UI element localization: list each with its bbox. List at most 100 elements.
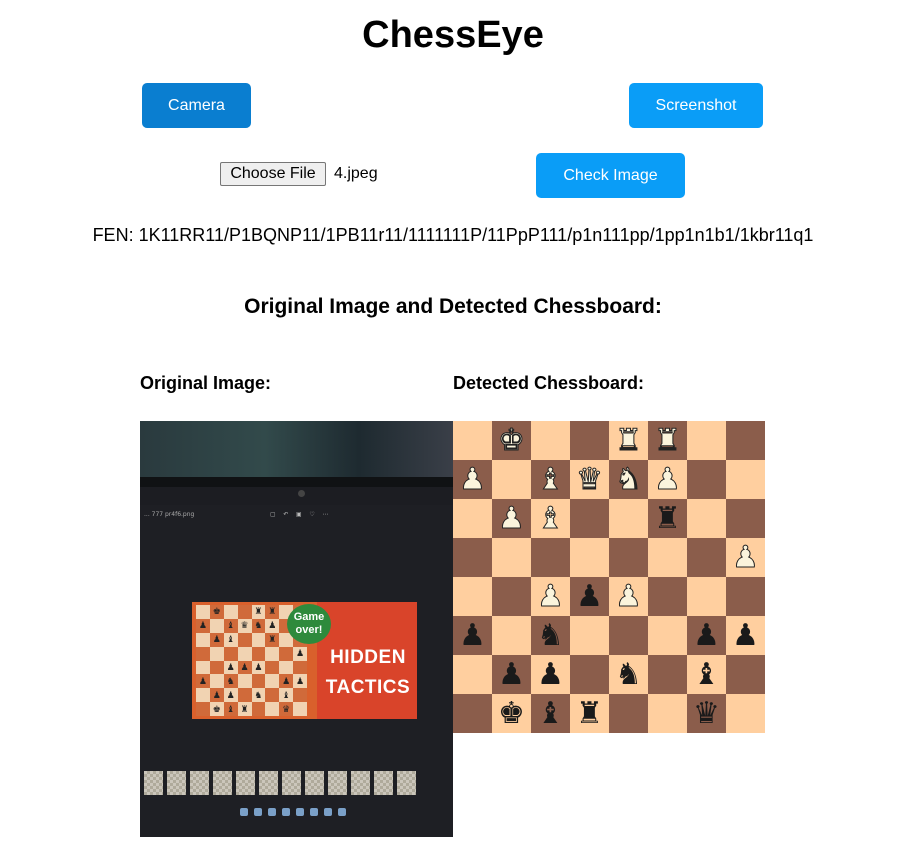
- board-square: ♝: [531, 460, 570, 499]
- mini-board-square: ♜: [251, 605, 266, 619]
- mini-board-square: ♟: [209, 632, 224, 647]
- mini-board-square: [237, 646, 252, 661]
- black-bishop-icon: ♝: [693, 656, 720, 692]
- mini-board-square: [251, 632, 266, 647]
- mini-board-square: [196, 646, 210, 661]
- mini-board-square: ♜: [265, 632, 280, 647]
- white-pawn-icon: ♟: [615, 578, 643, 614]
- strip-thumb: [397, 771, 416, 795]
- mini-board-square: ♛: [237, 618, 252, 633]
- white-rook-icon: ♜: [615, 422, 643, 458]
- taskbar-icon: [296, 808, 304, 816]
- taskbar-icon: [338, 808, 346, 816]
- black-pawn-icon: ♟: [498, 656, 525, 692]
- black-knight-icon: ♞: [615, 656, 642, 692]
- check-image-button[interactable]: Check Image: [536, 153, 685, 198]
- board-square: [687, 460, 726, 499]
- board-square: ♟: [687, 616, 726, 655]
- photo-speech-bubble: Game over!: [287, 604, 331, 644]
- mini-board-square: ♞: [251, 618, 266, 633]
- mini-board-square: [196, 702, 210, 716]
- mini-board-square: [279, 660, 294, 675]
- board-square: [726, 499, 765, 538]
- board-square: [570, 421, 609, 460]
- choose-file-button[interactable]: Choose File: [220, 162, 326, 186]
- taskbar-icon: [254, 808, 262, 816]
- board-square: [726, 421, 765, 460]
- mini-board-square: [196, 632, 210, 647]
- mini-board-square: ♟: [209, 688, 224, 703]
- section-title: Original Image and Detected Chessboard:: [244, 295, 662, 318]
- board-square: ♝: [687, 655, 726, 694]
- board-square: [453, 694, 492, 733]
- white-knight-icon: ♞: [615, 461, 643, 497]
- mini-board-square: [251, 702, 266, 716]
- board-square: [687, 499, 726, 538]
- board-square: [453, 499, 492, 538]
- camera-button[interactable]: Camera: [142, 83, 251, 128]
- board-square: [687, 421, 726, 460]
- board-square: ♟: [531, 577, 570, 616]
- board-square: [609, 694, 648, 733]
- white-queen-icon: ♛: [576, 461, 604, 497]
- mini-board-square: [209, 660, 224, 675]
- mini-board-square: ♚: [209, 605, 224, 619]
- board-square: ♚: [492, 694, 531, 733]
- mini-board-square: [196, 688, 210, 703]
- board-square: [453, 655, 492, 694]
- mini-board-square: [265, 646, 280, 661]
- strip-thumb: [328, 771, 347, 795]
- black-queen-icon: ♛: [693, 695, 720, 731]
- photo-background: [140, 421, 453, 487]
- mini-board-square: ♜: [265, 605, 280, 619]
- fen-output: FEN: 1K11RR11/P1BQNP11/1PB11r11/1111111P…: [92, 225, 814, 245]
- board-square: [648, 655, 687, 694]
- mini-board-square: ♟: [279, 674, 294, 689]
- mini-board-square: ♟: [237, 660, 252, 675]
- screenshot-button[interactable]: Screenshot: [629, 83, 763, 128]
- strip-thumb: [259, 771, 278, 795]
- mini-board-square: ♟: [251, 660, 266, 675]
- black-knight-icon: ♞: [537, 617, 564, 653]
- black-pawn-icon: ♟: [459, 617, 486, 653]
- board-square: [609, 499, 648, 538]
- mini-board-square: [237, 674, 252, 689]
- original-image-label: Original Image:: [140, 373, 272, 393]
- board-square: [531, 538, 570, 577]
- mini-board-square: [209, 618, 224, 633]
- board-square: [492, 577, 531, 616]
- board-square: [453, 538, 492, 577]
- mini-board-square: ♟: [223, 688, 238, 703]
- strip-thumb: [167, 771, 186, 795]
- mini-board-square: [279, 646, 294, 661]
- white-pawn-icon: ♟: [537, 578, 565, 614]
- mini-board-square: [223, 605, 238, 619]
- board-square: [531, 421, 570, 460]
- board-square: [648, 577, 687, 616]
- photo-taskbar: [240, 805, 370, 819]
- strip-thumb: [236, 771, 255, 795]
- strip-thumb: [282, 771, 301, 795]
- mini-board-square: ♞: [251, 688, 266, 703]
- board-square: [726, 460, 765, 499]
- taskbar-icon: [324, 808, 332, 816]
- mini-board-square: ♝: [223, 618, 238, 633]
- strip-thumb: [351, 771, 370, 795]
- strip-thumb: [144, 771, 163, 795]
- mini-board-square: [293, 660, 307, 675]
- mini-board-square: [293, 688, 307, 703]
- mini-board-square: ♟: [293, 674, 307, 689]
- board-square: ♜: [648, 499, 687, 538]
- mini-board-square: [265, 674, 280, 689]
- white-bishop-icon: ♝: [537, 500, 565, 536]
- white-rook-icon: ♜: [654, 422, 682, 458]
- mini-board-square: [251, 674, 266, 689]
- board-square: [648, 616, 687, 655]
- board-square: ♚: [492, 421, 531, 460]
- board-square: [570, 499, 609, 538]
- black-pawn-icon: ♟: [576, 578, 603, 614]
- black-king-icon: ♚: [498, 695, 525, 731]
- taskbar-icon: [310, 808, 318, 816]
- board-square: ♞: [531, 616, 570, 655]
- board-square: [492, 616, 531, 655]
